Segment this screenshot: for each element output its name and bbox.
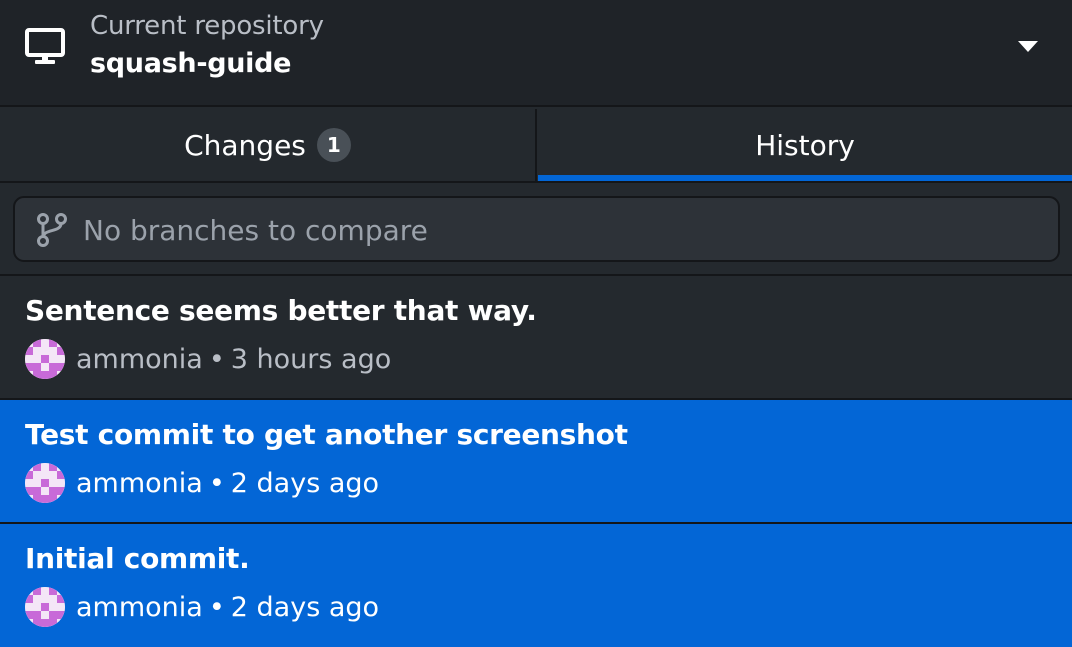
desktop-computer-icon (25, 28, 65, 64)
tab-changes[interactable]: Changes 1 (0, 109, 537, 181)
author-avatar (25, 463, 65, 503)
commit-time: 3 hours ago (230, 344, 392, 375)
repository-name: squash-guide (90, 48, 292, 79)
meta-separator: • (208, 344, 225, 375)
git-branch-icon (37, 213, 67, 247)
compare-placeholder: No branches to compare (83, 214, 428, 247)
branch-compare-input[interactable]: No branches to compare (13, 196, 1060, 262)
repository-label: Current repository (90, 11, 324, 41)
tab-bar: Changes 1 History (0, 109, 1072, 183)
meta-separator: • (208, 592, 225, 623)
commit-list-item[interactable]: Initial commit. ammonia • 2 days ago (0, 524, 1072, 647)
commit-time: 2 days ago (230, 468, 380, 499)
tab-history-label: History (755, 128, 855, 162)
commit-title: Test commit to get another screenshot (25, 418, 628, 451)
commit-meta: ammonia • 2 days ago (76, 468, 379, 499)
commit-author: ammonia (76, 468, 203, 499)
tab-changes-label: Changes (184, 128, 306, 162)
meta-separator: • (208, 468, 225, 499)
author-avatar (25, 339, 65, 379)
caret-down-icon[interactable] (1017, 39, 1039, 53)
author-avatar (25, 587, 65, 627)
commit-time: 2 days ago (230, 592, 380, 623)
repository-selector[interactable]: Current repository squash-guide (0, 0, 1072, 107)
commit-list-item[interactable]: Test commit to get another screenshot am… (0, 400, 1072, 524)
github-desktop-panel: Current repository squash-guide Changes … (0, 0, 1072, 647)
commit-meta: ammonia • 3 hours ago (76, 344, 391, 375)
changes-count-badge: 1 (316, 128, 351, 162)
commit-title: Initial commit. (25, 542, 250, 575)
compare-bar: No branches to compare (0, 183, 1072, 276)
commit-title: Sentence seems better that way. (25, 294, 537, 327)
commit-author: ammonia (76, 344, 203, 375)
tab-history[interactable]: History (538, 109, 1072, 181)
commit-author: ammonia (76, 592, 203, 623)
commit-list-item[interactable]: Sentence seems better that way. ammonia •… (0, 276, 1072, 400)
commit-meta: ammonia • 2 days ago (76, 592, 379, 623)
